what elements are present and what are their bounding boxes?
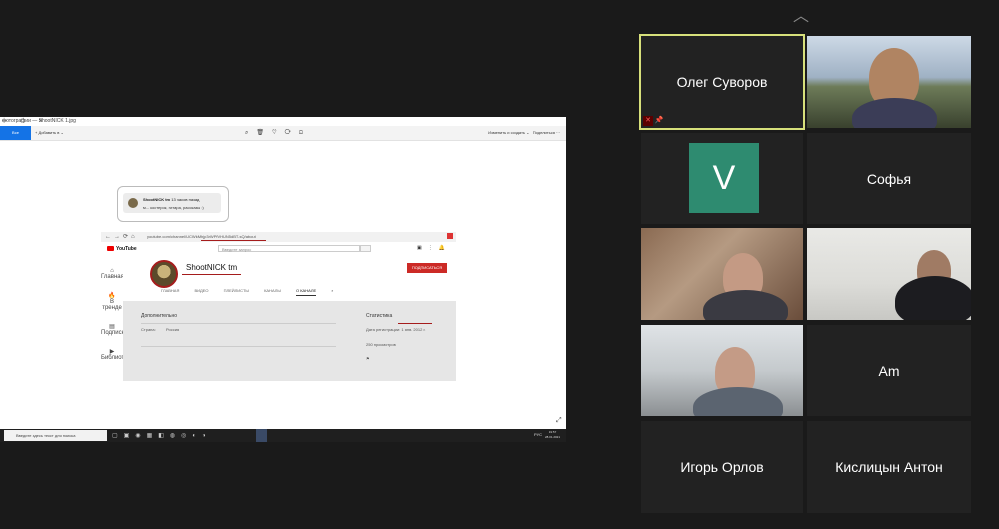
tab-about[interactable]: О КАНАЛЕ	[296, 288, 317, 296]
tile-oleg-suvorov[interactable]: Олег Суворов ✕ 📌	[639, 34, 805, 130]
tab-home[interactable]: ГЛАВНАЯ	[161, 288, 179, 293]
url-text[interactable]: youtube.com/channel/UCWkMhjp3rWPfVHUN5dB…	[147, 234, 256, 239]
browser-window: ←→⟳⌂ youtube.com/channel/UCWkMhjp3rWPfVH…	[101, 232, 456, 382]
participant-body	[895, 276, 971, 320]
comment-text: м... костерок, гитара, рассказы :)	[143, 205, 204, 210]
channel-name: ShootNICK tm	[186, 263, 238, 272]
views-count: 250 просмотров	[366, 342, 396, 347]
tile-sofya-avatar[interactable]: V	[641, 133, 803, 224]
tile-video-2[interactable]	[641, 228, 803, 320]
expand-icon[interactable]: ⤢	[556, 417, 562, 425]
country-label: Страна:	[141, 327, 156, 332]
participant-name: Олег Суворов	[676, 74, 768, 90]
participant-name: Игорь Орлов	[680, 459, 764, 475]
search-input[interactable]: Введите запрос	[218, 245, 360, 252]
country-value: Россия	[166, 327, 180, 332]
tile-video-4[interactable]	[641, 325, 803, 416]
channel-header: ShootNICK tm ПОДПИСАТЬСЯ ГЛАВНАЯ ВИДЕО П…	[123, 256, 456, 301]
tile-video-1[interactable]	[807, 36, 971, 128]
stats-heading: Статистика	[366, 313, 393, 319]
header-icons[interactable]: ▣⋮🔔	[417, 245, 451, 251]
tab-videos[interactable]: ВИДЕО	[194, 288, 208, 293]
comment-author: ShootNICK tm	[143, 197, 171, 202]
sidebar-item-subscriptions[interactable]: ▤ Подписки	[101, 323, 128, 336]
youtube-logo[interactable]: YouTube	[107, 246, 137, 252]
taskbar: Введите здесь текст для поиска ▢▣◉▦◧◍◎◐◑…	[0, 429, 566, 442]
window-titlebar: фотографии — ShootNICK 1.jpg — ▢ ✕	[0, 117, 566, 126]
youtube-sidebar: ⌂ Главная 🔥 В тренде ▤ Подписки ▶ Библиотека	[101, 256, 134, 382]
tile-kislitsyn-anton[interactable]: Кислицын Антон	[807, 421, 971, 513]
taskbar-search[interactable]: Введите здесь текст для поиска	[4, 430, 107, 441]
registration-underline	[398, 323, 432, 324]
edit-create-button: Изменить и создать	[488, 130, 525, 135]
system-tray[interactable]: РУС	[534, 432, 542, 437]
photos-toolbar: Все фотографии + Добавить в ⌄ ⌕🗑♡⟳⊡ Изме…	[0, 126, 566, 149]
share-button: Поделиться	[532, 130, 555, 135]
more-heading: Дополнительно	[141, 313, 177, 319]
extension-icon[interactable]	[447, 233, 453, 239]
pin-icon: 📌	[654, 117, 664, 124]
tile-video-3[interactable]	[807, 228, 971, 320]
search-icon[interactable]: ⌕	[331, 288, 333, 293]
channel-avatar[interactable]	[150, 260, 178, 288]
url-underline	[201, 240, 266, 241]
subscribe-button[interactable]: ПОДПИСАТЬСЯ	[407, 263, 447, 273]
tile-sofya[interactable]: Софья	[807, 133, 971, 224]
tab-playlists[interactable]: ПЛЕЙЛИСТЫ	[224, 288, 249, 293]
sidebar-item-trending[interactable]: 🔥 В тренде	[101, 292, 123, 311]
taskbar-active-app[interactable]	[256, 429, 267, 442]
address-bar[interactable]: ←→⟳⌂ youtube.com/channel/UCWkMhjp3rWPfVH…	[101, 232, 456, 242]
flag-icon[interactable]: ⚑	[366, 356, 370, 361]
participant-name: Софья	[866, 170, 912, 187]
registration-date: Дата регистрации: 1 янв. 2012 г.	[366, 327, 426, 332]
photo-tools-icons[interactable]: ⌕🗑♡⟳⊡	[245, 129, 311, 137]
comment-time: 13 часов назад	[171, 197, 200, 202]
search-button[interactable]	[360, 245, 371, 252]
participant-name: Am	[878, 362, 900, 379]
taskbar-apps[interactable]: ▢▣◉▦◧◍◎◐◑	[112, 432, 212, 439]
tile-am[interactable]: Am	[807, 325, 971, 416]
avatar	[128, 198, 138, 208]
tab-channels[interactable]: КАНАЛЫ	[264, 288, 281, 293]
channel-tabs: ГЛАВНАЯ ВИДЕО ПЛЕЙЛИСТЫ КАНАЛЫ О КАНАЛЕ …	[161, 288, 348, 296]
avatar: V	[689, 143, 759, 213]
comment-card: ShootNICK tm 13 часов назад м... костеро…	[117, 186, 229, 222]
window-controls[interactable]: — ▢ ✕	[2, 118, 562, 124]
add-to-button[interactable]: + Добавить в ⌄	[35, 130, 64, 135]
mic-muted-icon: ✕	[643, 116, 653, 126]
clock[interactable]: 19:57 28.01.2021	[545, 430, 560, 440]
participant-name: Кислицын Антон	[835, 459, 943, 475]
tile-igor-orlov[interactable]: Игорь Орлов	[641, 421, 803, 513]
photo-right-actions[interactable]: Изменить и создать ⌄ Поделиться ⋯	[488, 130, 560, 135]
nav-icons[interactable]: ←→⟳⌂	[105, 233, 138, 240]
shared-screen: фотографии — ShootNICK 1.jpg — ▢ ✕ Все ф…	[0, 117, 566, 442]
sidebar-item-library[interactable]: ▶ Библиотека	[101, 348, 134, 361]
chevron-up-icon[interactable]: ︿	[793, 2, 809, 26]
channel-name-underline	[182, 274, 241, 275]
youtube-header: YouTube Введите запрос ▣⋮🔔	[101, 242, 456, 256]
about-section: Дополнительно Страна: Россия Статистика …	[123, 301, 456, 381]
sidebar-item-home[interactable]: ⌂ Главная	[101, 268, 124, 280]
all-photos-button[interactable]: Все фотографии	[0, 126, 31, 149]
